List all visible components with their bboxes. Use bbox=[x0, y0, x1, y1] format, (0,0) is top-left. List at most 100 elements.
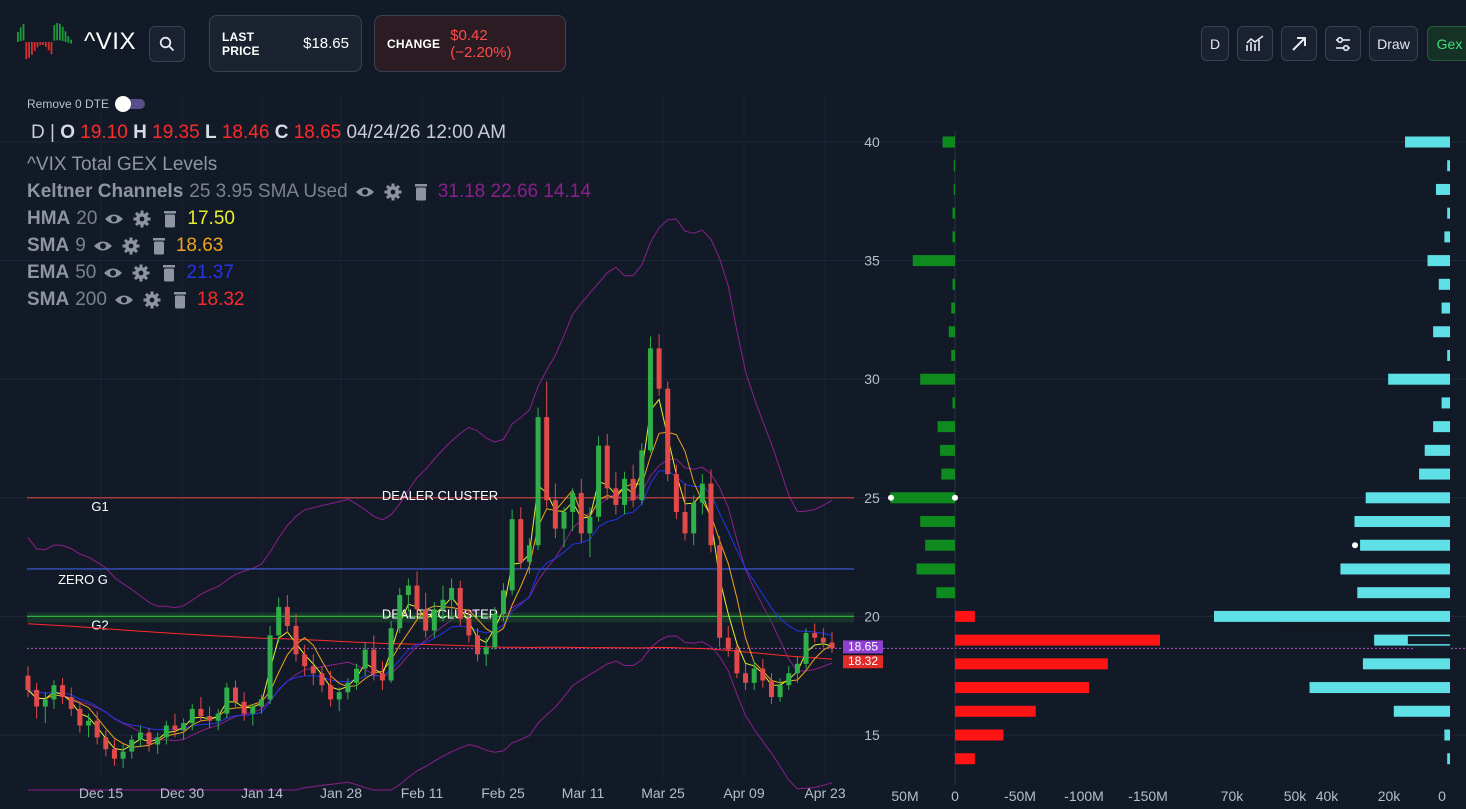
gex-bar bbox=[890, 492, 955, 504]
legend-sma9: SMA 9 18.63 bbox=[27, 235, 223, 257]
x-tick-label: Mar 25 bbox=[641, 785, 685, 801]
eye-pupil bbox=[361, 189, 368, 195]
candle-body bbox=[475, 635, 481, 655]
candle-body bbox=[526, 545, 532, 562]
oi-bar bbox=[1441, 302, 1450, 314]
oi-bar bbox=[1447, 349, 1450, 361]
oi-bar bbox=[1427, 255, 1450, 267]
ema50-value: 21.37 bbox=[186, 262, 234, 283]
gex-bar bbox=[912, 255, 955, 267]
gear-hole bbox=[138, 270, 144, 276]
sma9-params: 9 bbox=[75, 235, 86, 256]
candle-body bbox=[207, 716, 213, 721]
gex-bar bbox=[955, 634, 1160, 646]
oi-x-tick: 0 bbox=[1438, 788, 1446, 804]
eye-icon[interactable] bbox=[103, 209, 125, 229]
oi-bar bbox=[1309, 682, 1450, 694]
eye-icon[interactable] bbox=[113, 290, 135, 310]
ohlc-interval: D bbox=[31, 122, 45, 143]
trash-icon[interactable] bbox=[169, 290, 191, 310]
candle-body bbox=[397, 595, 403, 629]
x-tick-label: Mar 11 bbox=[562, 785, 605, 801]
gear-icon[interactable] bbox=[120, 236, 142, 256]
high-value: 19.35 bbox=[152, 122, 200, 143]
gex-bar bbox=[952, 397, 955, 409]
gear-icon[interactable] bbox=[131, 209, 153, 229]
candle-body bbox=[163, 725, 169, 738]
gex-bar bbox=[940, 444, 955, 456]
x-tick-label: Feb 11 bbox=[401, 785, 444, 801]
candle-body bbox=[267, 635, 273, 700]
sma9-name: SMA bbox=[27, 235, 70, 256]
sma200-value: 18.32 bbox=[196, 289, 245, 310]
candle-body bbox=[768, 680, 774, 698]
gear-hole bbox=[390, 189, 396, 195]
candle-body bbox=[146, 732, 152, 745]
oi-bar bbox=[1424, 444, 1450, 456]
keltner-lower bbox=[28, 635, 833, 791]
gear-icon-glyph bbox=[133, 210, 151, 228]
ema50-params: 50 bbox=[75, 262, 97, 283]
eye-icon-glyph bbox=[93, 241, 112, 251]
gex-bar bbox=[953, 183, 955, 195]
candle-body bbox=[518, 519, 524, 562]
oi-bar bbox=[1433, 326, 1450, 338]
oi-bar bbox=[1435, 183, 1450, 195]
candle-body bbox=[613, 488, 619, 505]
gear-icon[interactable] bbox=[141, 290, 163, 310]
candle-body bbox=[449, 587, 455, 600]
candle-body bbox=[258, 699, 264, 707]
legend-sma200: SMA 200 18.32 bbox=[27, 289, 244, 311]
eye-icon[interactable] bbox=[102, 263, 124, 283]
trash-icon[interactable] bbox=[148, 236, 170, 256]
trash-icon[interactable] bbox=[159, 209, 181, 229]
gex-bar bbox=[955, 682, 1090, 694]
level-name: ZERO G bbox=[58, 572, 108, 587]
study-title: ^VIX Total GEX Levels bbox=[27, 154, 218, 175]
trash-icon-glyph bbox=[163, 265, 176, 282]
trash-body bbox=[153, 241, 164, 255]
candle-body bbox=[760, 668, 766, 681]
y-tick-label: 35 bbox=[864, 253, 880, 269]
candle-body bbox=[647, 348, 653, 451]
keltner-name: Keltner Channels bbox=[27, 181, 184, 202]
trash-icon[interactable] bbox=[410, 182, 432, 202]
x-tick-label: Jan 14 bbox=[241, 785, 283, 801]
level-name: G1 bbox=[91, 499, 108, 514]
gear-icon[interactable] bbox=[130, 263, 152, 283]
gex-bar bbox=[937, 421, 955, 433]
gear-hole bbox=[149, 297, 155, 303]
candle-body bbox=[734, 649, 740, 674]
eye-pupil bbox=[120, 297, 127, 303]
candle-body bbox=[803, 633, 809, 664]
candle-body bbox=[423, 609, 429, 631]
eye-icon-glyph bbox=[104, 268, 123, 278]
eye-pupil bbox=[110, 270, 117, 276]
eye-icon-glyph bbox=[105, 214, 124, 224]
eye-icon[interactable] bbox=[354, 182, 376, 202]
marker-dot bbox=[1352, 542, 1358, 549]
candle-body bbox=[155, 737, 161, 745]
trash-icon[interactable] bbox=[158, 263, 180, 283]
candle-body bbox=[120, 751, 126, 759]
candle-body bbox=[786, 673, 792, 686]
gear-hole bbox=[140, 216, 145, 222]
trash-lid bbox=[173, 292, 186, 295]
last-price-tag-text: 18.65 bbox=[848, 639, 878, 653]
oi-x-tick: 40k bbox=[1316, 788, 1340, 804]
trash-icon-glyph bbox=[173, 292, 186, 309]
candle-body bbox=[673, 474, 679, 513]
candle-body bbox=[328, 685, 334, 700]
legend-keltner: Keltner Channels 25 3.95 SMA Used 31.18 … bbox=[27, 181, 591, 203]
candle-body bbox=[552, 500, 558, 529]
eye-icon[interactable] bbox=[92, 236, 114, 256]
trash-body bbox=[415, 187, 426, 201]
gex-bar bbox=[948, 326, 955, 338]
candle-body bbox=[388, 628, 394, 681]
gear-icon[interactable] bbox=[382, 182, 404, 202]
candle-body bbox=[181, 723, 187, 731]
candle-body bbox=[431, 609, 437, 631]
gear-icon-glyph bbox=[143, 291, 161, 309]
eye-pupil bbox=[111, 216, 118, 222]
candle-body bbox=[51, 685, 57, 700]
